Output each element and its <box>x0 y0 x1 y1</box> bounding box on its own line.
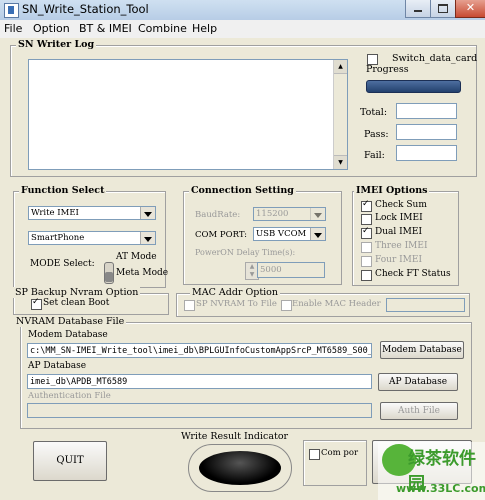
enable-mac-header-checkbox[interactable] <box>281 300 292 311</box>
total-label: Total: <box>360 107 388 118</box>
chevron-down-icon[interactable] <box>140 207 155 219</box>
imei-options-label: IMEI Options <box>354 185 430 196</box>
chevron-down-icon[interactable] <box>140 232 155 244</box>
target-select-dropdown[interactable]: SmartPhone <box>28 231 156 245</box>
window-title: SN_Write_Station_Tool <box>22 2 149 16</box>
auth-file-label: Authentication File <box>28 391 111 401</box>
enable-mac-header-label: Enable MAC Header <box>292 299 381 309</box>
four-imei-checkbox[interactable] <box>361 256 372 267</box>
write-result-indicator-light <box>199 451 281 485</box>
menu-combine[interactable]: Combine <box>138 22 187 35</box>
write-result-indicator-label: Write Result Indicator <box>181 431 289 442</box>
app-icon <box>4 3 19 18</box>
menu-option[interactable]: Option <box>33 22 70 35</box>
meta-mode-label: Meta Mode <box>116 268 169 278</box>
baudrate-value: 115200 <box>256 209 289 219</box>
fail-label: Fail: <box>364 150 385 161</box>
close-button[interactable]: ✕ <box>455 0 485 18</box>
progress-bar <box>366 80 461 93</box>
fail-field <box>396 145 457 161</box>
menu-help[interactable]: Help <box>192 22 217 35</box>
three-imei-checkbox[interactable] <box>361 242 372 253</box>
check-ft-status-checkbox[interactable] <box>361 270 372 281</box>
set-clean-boot-checkbox[interactable] <box>31 297 42 310</box>
quit-button[interactable]: QUIT <box>33 441 107 481</box>
minimize-button[interactable] <box>405 0 431 18</box>
check-ft-status-label: Check FT Status <box>375 269 451 279</box>
switch-data-card-label: Switch_data_card <box>392 53 478 64</box>
sp-nvram-to-file-checkbox[interactable] <box>184 300 195 311</box>
sp-nvram-to-file-label: SP NVRAM To File <box>196 299 277 309</box>
maximize-button[interactable] <box>430 0 456 18</box>
ap-db-path-field[interactable]: imei_db\APDB_MT6589 <box>27 374 372 389</box>
log-scrollbar[interactable]: ▲ ▼ <box>333 60 347 169</box>
com-port-dropdown[interactable]: USB VCOM <box>253 227 326 241</box>
chevron-down-icon[interactable] <box>310 208 325 220</box>
four-imei-label: Four IMEI <box>375 255 423 265</box>
menu-bt-imei[interactable]: BT & IMEI <box>79 22 132 35</box>
com-port-status-label: Com por <box>321 448 359 458</box>
mode-toggle-knob[interactable] <box>105 272 113 282</box>
mac-addr-label: MAC Addr Option <box>190 287 281 298</box>
chevron-down-icon[interactable] <box>310 228 325 240</box>
menu-bar: File Option BT & IMEI Combine Help <box>0 20 485 39</box>
com-port-value: USB VCOM <box>256 229 307 239</box>
at-mode-label: AT Mode <box>116 252 157 262</box>
watermark: 绿茶软件园 www.33LC.com <box>378 442 485 500</box>
sn-writer-log-label: SN Writer Log <box>16 39 97 50</box>
target-select-value: SmartPhone <box>31 233 85 243</box>
check-sum-checkbox[interactable] <box>361 199 372 212</box>
scroll-down-icon[interactable]: ▼ <box>334 155 347 169</box>
log-textarea[interactable]: ▲ ▼ <box>28 59 348 170</box>
progress-label: Progress <box>366 64 409 75</box>
pass-label: Pass: <box>364 129 389 140</box>
total-field <box>396 103 457 119</box>
function-select-dropdown[interactable]: Write IMEI <box>28 206 156 220</box>
function-select-label: Function Select <box>19 185 107 196</box>
com-port-label: COM PORT: <box>195 230 248 240</box>
baudrate-dropdown[interactable]: 115200 <box>253 207 326 221</box>
menu-file[interactable]: File <box>4 22 22 35</box>
pass-field <box>396 124 457 140</box>
com-port-status-group <box>303 440 367 486</box>
connection-setting-label: Connection Setting <box>189 185 296 196</box>
auth-file-path-field[interactable] <box>27 403 372 418</box>
nvram-db-label: NVRAM Database File <box>14 316 127 327</box>
auth-file-button[interactable]: Auth File <box>380 402 458 420</box>
modem-database-button[interactable]: Modem Database <box>380 341 464 359</box>
mode-select-label: MODE Select: <box>30 259 95 269</box>
ap-db-label: AP Database <box>28 361 87 371</box>
mode-toggle-switch[interactable] <box>104 262 114 284</box>
scroll-up-icon[interactable]: ▲ <box>334 60 347 74</box>
three-imei-label: Three IMEI <box>375 241 428 251</box>
ap-database-button[interactable]: AP Database <box>378 373 458 391</box>
function-select-value: Write IMEI <box>31 208 79 218</box>
set-clean-boot-label: Set clean Boot <box>43 298 110 308</box>
modem-db-path-field[interactable]: c:\MM_SN-IMEI_Write_tool\imei_db\BPLGUIn… <box>27 343 372 358</box>
poweron-delay-label: PowerON Delay Time(s): <box>195 248 296 257</box>
com-port-status-checkbox[interactable] <box>309 449 320 460</box>
lock-imei-label: Lock IMEI <box>375 213 423 223</box>
poweron-delay-field[interactable]: 5000 <box>257 262 325 278</box>
check-sum-label: Check Sum <box>375 200 427 210</box>
dual-imei-checkbox[interactable] <box>361 226 372 239</box>
write-result-indicator-frame <box>188 444 292 492</box>
dual-imei-label: Dual IMEI <box>375 227 423 237</box>
lock-imei-checkbox[interactable] <box>361 214 372 225</box>
modem-db-label: Modem Database <box>28 330 108 340</box>
mac-header-field[interactable] <box>386 298 465 312</box>
watermark-url: www.33LC.com <box>396 482 485 495</box>
baudrate-label: BaudRate: <box>195 210 241 220</box>
